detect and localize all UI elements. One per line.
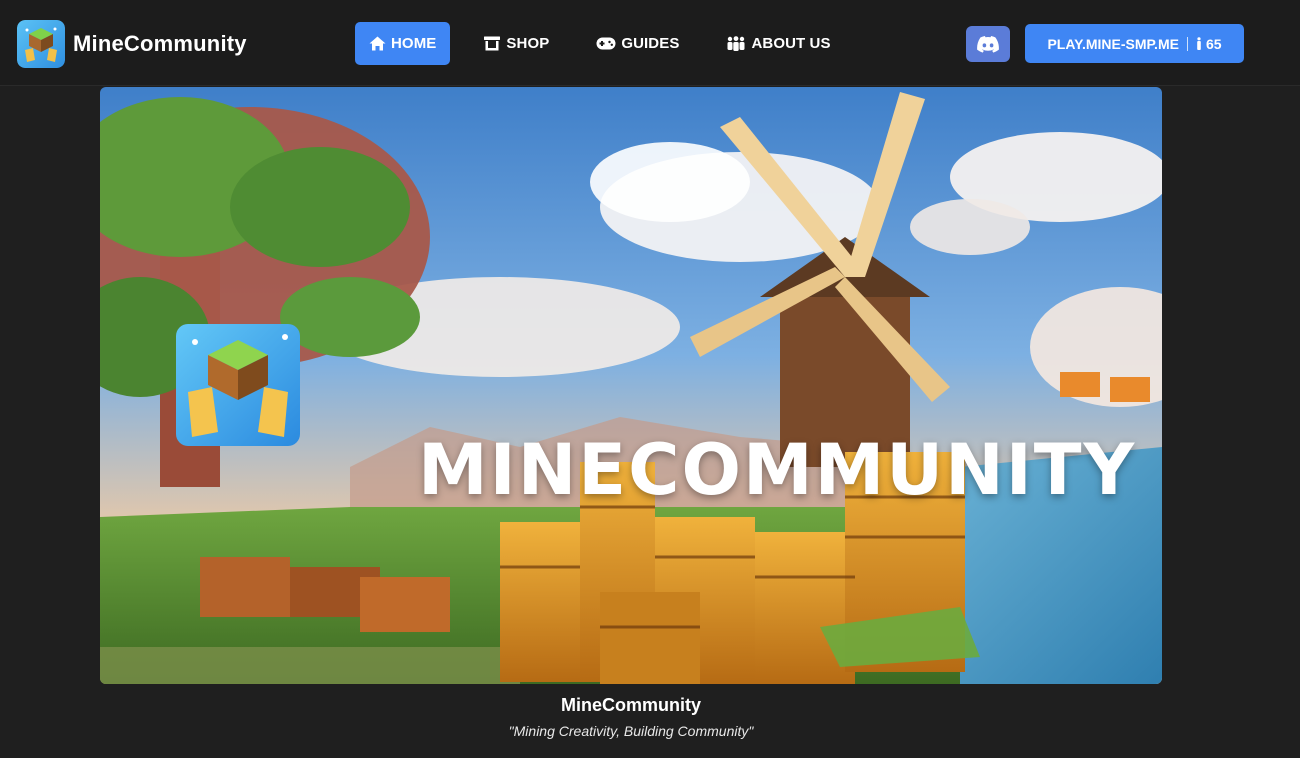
store-icon: [484, 36, 501, 51]
nav-home-link[interactable]: HOME: [355, 22, 451, 65]
nav-shop-label: SHOP: [506, 35, 550, 52]
brand-logo: [17, 20, 65, 68]
people-icon: [727, 36, 745, 51]
site-title: MineCommunity: [560, 695, 701, 715]
hero-banner-text: MINECOMMUNITY: [418, 429, 1137, 511]
person-icon: [1197, 37, 1201, 50]
hero-logo: [176, 324, 300, 446]
nav-shop-link[interactable]: SHOP: [469, 22, 563, 65]
nav-about-link[interactable]: ABOUT US: [712, 22, 844, 65]
brand-name: MineCommunity: [73, 31, 247, 56]
nav-home-label: HOME: [391, 35, 437, 52]
navbar: MineCommunity HOME SHOP GUIDES ABOUT US …: [0, 0, 1300, 86]
server-ip-button[interactable]: PLAY.MINE-SMP.ME 65: [1025, 24, 1244, 63]
brand-link[interactable]: MineCommunity: [17, 20, 247, 68]
hero-image: [100, 87, 1162, 684]
gamepad-icon: [596, 37, 616, 50]
discord-button[interactable]: [966, 26, 1010, 62]
hero-banner: MINECOMMUNITY: [100, 87, 1162, 684]
main-nav: HOME SHOP GUIDES ABOUT US: [355, 22, 864, 65]
player-count-value: 65: [1205, 35, 1222, 52]
site-tagline: "Mining Creativity, Building Community": [508, 723, 754, 739]
server-ip: PLAY.MINE-SMP.ME: [1047, 35, 1179, 52]
home-icon: [369, 36, 386, 51]
nav-guides-link[interactable]: GUIDES: [582, 22, 693, 65]
nav-guides-label: GUIDES: [621, 35, 680, 52]
separator: [1186, 36, 1188, 51]
nav-about-label: ABOUT US: [751, 35, 831, 52]
discord-icon: [977, 35, 999, 53]
player-count: 65: [1196, 36, 1222, 52]
